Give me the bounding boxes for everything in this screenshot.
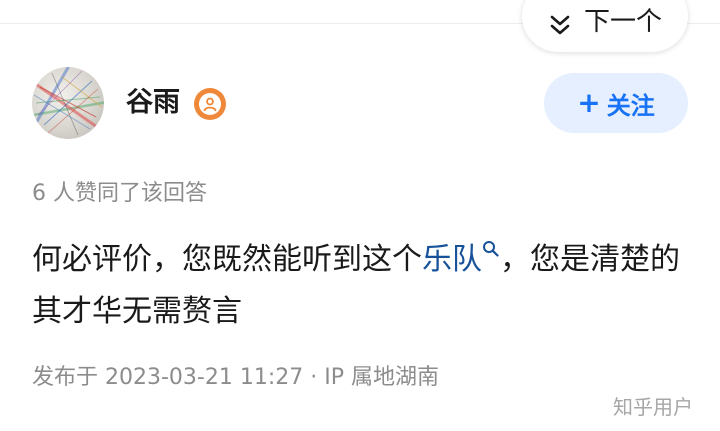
double-chevron-down-icon xyxy=(550,15,570,35)
plus-icon: + xyxy=(577,86,601,119)
follow-label: 关注 xyxy=(606,91,655,120)
author-name[interactable]: 谷雨 xyxy=(126,86,180,120)
keyword-link[interactable]: 乐队 xyxy=(422,241,500,277)
avatar[interactable] xyxy=(32,67,104,139)
watermark: 知乎用户 xyxy=(613,395,693,419)
answer-text-before: 何必评价，您既然能听到这个 xyxy=(32,242,422,277)
avatar-image xyxy=(33,70,103,136)
likes-count: 6 人赞同了该回答 xyxy=(32,181,207,206)
user-badge-icon xyxy=(194,88,226,120)
keyword-link-label: 乐队 xyxy=(422,242,482,277)
publish-meta: 发布于 2023-03-21 11:27 · IP 属地湖南 xyxy=(32,365,439,390)
next-answer-button[interactable]: 下一个 xyxy=(522,0,688,52)
search-icon xyxy=(483,241,499,257)
person-icon xyxy=(203,97,217,112)
next-answer-label: 下一个 xyxy=(583,7,662,37)
follow-button[interactable]: + 关注 xyxy=(544,73,688,133)
answer-text: 何必评价，您既然能听到这个乐队 ，您是清楚的其才华无需赘言 xyxy=(32,234,692,338)
